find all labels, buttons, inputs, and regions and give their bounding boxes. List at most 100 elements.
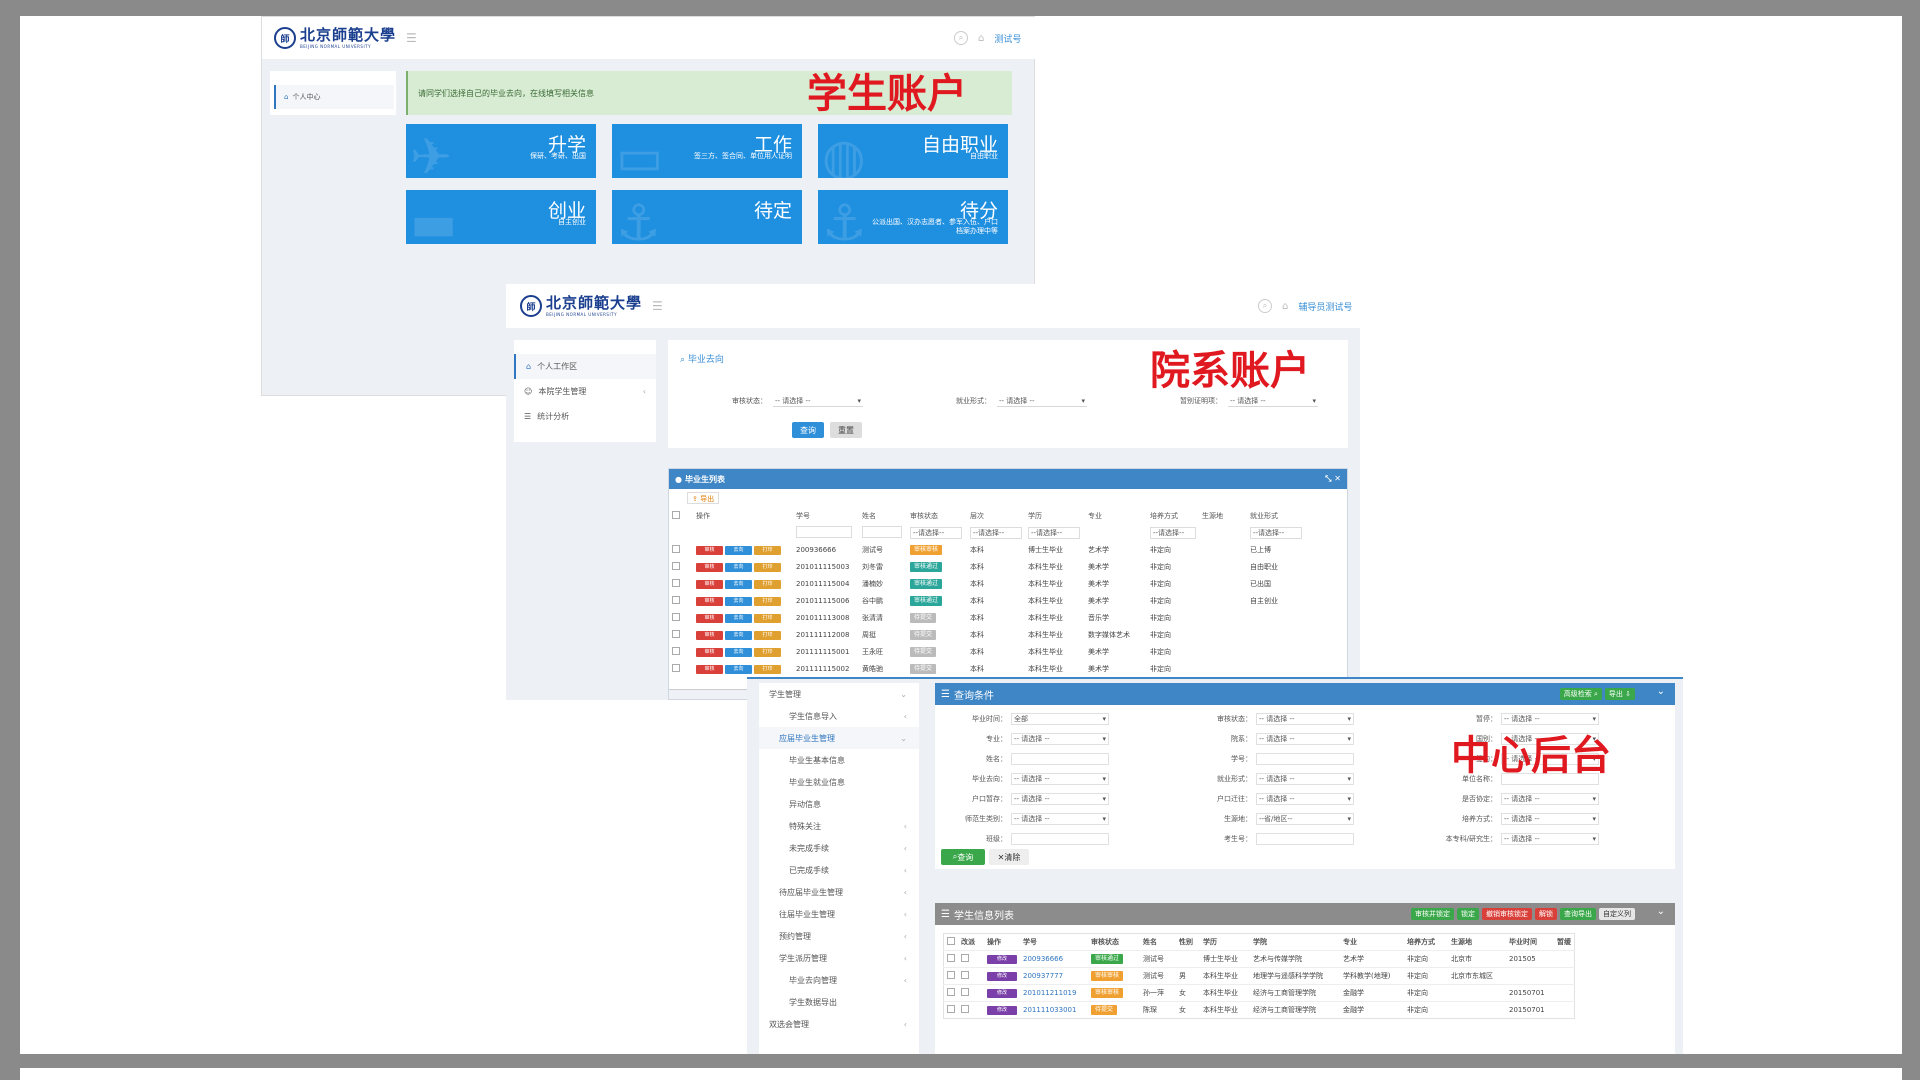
col-level[interactable]: 层次 bbox=[967, 507, 1025, 524]
level-filter-select[interactable]: --请选择-- bbox=[970, 526, 1022, 539]
table-row[interactable]: 审核 去向 打印 201011115006 谷中鹏 审核通过 本科 本科生毕业 美术学 非定向 自主… bbox=[669, 592, 1307, 609]
row-checkbox[interactable] bbox=[944, 985, 959, 1002]
sidebar-item[interactable]: 异动信息 bbox=[759, 793, 919, 815]
sidebar-item[interactable]: 学生数据导出 bbox=[759, 991, 919, 1013]
clear-button[interactable]: ✕ 清除 bbox=[989, 849, 1029, 865]
list-action-button[interactable]: 锁定 bbox=[1457, 908, 1479, 920]
chevron-down-icon[interactable]: ⌄ bbox=[1657, 906, 1665, 917]
sidebar-item[interactable]: 已完成手续 ‹ bbox=[759, 859, 919, 881]
print-button[interactable]: 打印 bbox=[754, 545, 781, 555]
reassign-checkbox[interactable] bbox=[958, 985, 984, 1002]
table-row[interactable]: 审核 去向 打印 201111112008 周挺 待提交 本科 本科生毕业 数字媒体艺术 非定向 bbox=[669, 626, 1307, 643]
field-select[interactable]: --省/地区-- ▾ bbox=[1256, 813, 1354, 825]
sidebar-item[interactable]: 特殊关注 ‹ bbox=[759, 815, 919, 837]
mode-filter-select[interactable]: --请选择-- bbox=[1150, 526, 1196, 539]
row-checkbox[interactable] bbox=[669, 575, 693, 592]
sidebar-item[interactable]: 学生派历管理 ‹ bbox=[759, 947, 919, 969]
field-select[interactable]: -- 请选择 -- ▾ bbox=[1256, 773, 1354, 785]
col-origin[interactable]: 生源地 bbox=[1199, 507, 1247, 524]
column-header[interactable]: 培养方式 bbox=[1404, 934, 1448, 951]
table-row[interactable]: 修改 200936666 审核通过 测试号 博士生毕业 艺术与传媒学院 艺术学 非定向 北京市 2… bbox=[943, 950, 1575, 968]
collapse-icon[interactable]: ⤡ ✕ bbox=[1325, 474, 1341, 484]
employment-form-select[interactable]: -- 请选择 -- ▾ bbox=[997, 395, 1087, 407]
row-checkbox[interactable] bbox=[944, 968, 959, 985]
edit-button[interactable]: 修改 bbox=[987, 1006, 1017, 1015]
audit-button[interactable]: 审核 bbox=[696, 579, 723, 589]
print-button[interactable]: 打印 bbox=[754, 630, 781, 640]
col-mode[interactable]: 培养方式 bbox=[1147, 507, 1199, 524]
list-action-button[interactable]: 撤销审核锁定 bbox=[1482, 908, 1532, 920]
chevron-down-icon[interactable]: ⌄ bbox=[1657, 686, 1665, 697]
column-header[interactable]: 性别 bbox=[1176, 934, 1200, 951]
field-select[interactable]: -- 请选择 -- ▾ bbox=[1011, 733, 1109, 745]
list-action-button[interactable]: 自定义列 bbox=[1599, 908, 1635, 920]
export-button[interactable]: 导出 ⇩ bbox=[1604, 688, 1635, 700]
tile-freelance[interactable]: ◍ 自由职业 自由职业 bbox=[818, 124, 1008, 178]
tile-pending[interactable]: ⚓ 待分 公派出国、汉办志愿者、参军入伍、户口档案办理中等 bbox=[818, 190, 1008, 244]
reset-button[interactable]: 重置 bbox=[830, 422, 862, 438]
field-select[interactable]: -- 请选择 -- ▾ bbox=[1501, 793, 1599, 805]
col-name[interactable]: 姓名 bbox=[859, 507, 907, 524]
audit-button[interactable]: 审核 bbox=[696, 545, 723, 555]
row-checkbox[interactable] bbox=[669, 626, 693, 643]
tile-entrepreneurship[interactable]: ▬ 创业 自主创业 bbox=[406, 190, 596, 244]
destination-button[interactable]: 去向 bbox=[725, 596, 752, 606]
print-button[interactable]: 打印 bbox=[754, 562, 781, 572]
search-icon[interactable]: ⌕ bbox=[1258, 299, 1272, 313]
sidebar-item[interactable]: 预约管理 ‹ bbox=[759, 925, 919, 947]
sidebar-item[interactable]: 双选会管理 ‹ bbox=[759, 1013, 919, 1035]
column-header[interactable]: 专业 bbox=[1340, 934, 1404, 951]
table-row[interactable]: 审核 去向 打印 201011115003 刘冬雷 审核通过 本科 本科生毕业 美术学 非定向 自由… bbox=[669, 558, 1307, 575]
table-row[interactable]: 修改 201011211019 审核审核 孙一萍 女 本科生毕业 经济与工商管理学院 金融学 非… bbox=[943, 984, 1575, 1002]
row-checkbox[interactable] bbox=[944, 1002, 959, 1019]
row-checkbox[interactable] bbox=[669, 541, 693, 558]
export-button[interactable]: ⇪ 导出 bbox=[687, 492, 720, 504]
row-checkbox[interactable] bbox=[669, 558, 693, 575]
row-checkbox[interactable] bbox=[944, 951, 959, 968]
form-filter-select[interactable]: --请选择-- bbox=[1250, 526, 1302, 539]
field-select[interactable]: -- 请选择 -- ▾ bbox=[1011, 793, 1109, 805]
query-button[interactable]: ⌕ 查询 bbox=[941, 849, 985, 865]
sidebar-item[interactable]: 毕业去向管理 ‹ bbox=[759, 969, 919, 991]
audit-button[interactable]: 审核 bbox=[696, 596, 723, 606]
field-input[interactable] bbox=[1256, 833, 1354, 845]
table-row[interactable]: 审核 去向 打印 201111115001 王永旺 待提交 本科 本科生毕业 美术学 非定向 bbox=[669, 643, 1307, 660]
tile-employment[interactable]: ▭ 工作 签三方、签合同、单位用人证明 bbox=[612, 124, 802, 178]
list-action-button[interactable]: 审核并锁定 bbox=[1411, 908, 1454, 920]
destination-button[interactable]: 去向 bbox=[725, 613, 752, 623]
table-row[interactable]: 修改 201111033001 待提交 陈琛 女 本科生毕业 经济与工商管理学院 金融学 非定向… bbox=[943, 1001, 1575, 1019]
audit-button[interactable]: 审核 bbox=[696, 664, 723, 674]
col-major[interactable]: 专业 bbox=[1085, 507, 1147, 524]
select-all-checkbox[interactable] bbox=[669, 507, 693, 524]
field-select[interactable]: -- 请选择 -- ▾ bbox=[1501, 813, 1599, 825]
column-header[interactable]: 改派 bbox=[958, 934, 984, 951]
col-status[interactable]: 审核状态 bbox=[907, 507, 967, 524]
destination-button[interactable]: 去向 bbox=[725, 664, 752, 674]
cell-id[interactable]: 200937777 bbox=[1020, 968, 1088, 985]
table-row[interactable]: 审核 去向 打印 201011115004 潘楠妙 审核通过 本科 本科生毕业 美术学 非定向 已出… bbox=[669, 575, 1307, 592]
reassign-checkbox[interactable] bbox=[958, 968, 984, 985]
destination-button[interactable]: 去向 bbox=[725, 647, 752, 657]
row-checkbox[interactable] bbox=[669, 660, 693, 677]
sidebar-item-student-management[interactable]: ☺ 本院学生管理 ‹ bbox=[514, 379, 656, 404]
table-row[interactable]: 审核 去向 打印 200936666 测试号 审核审核 本科 博士生毕业 艺术学 非定向 已上博 bbox=[669, 541, 1307, 558]
field-input[interactable] bbox=[1011, 753, 1109, 765]
column-header[interactable]: 操作 bbox=[984, 934, 1020, 951]
audit-status-select[interactable]: -- 请选择 -- ▾ bbox=[773, 395, 863, 407]
column-header[interactable]: 学院 bbox=[1250, 934, 1340, 951]
menu-toggle-icon[interactable]: ☰ bbox=[652, 299, 663, 313]
user-name[interactable]: 辅导员测试号 bbox=[1298, 300, 1352, 313]
sidebar-item-statistics[interactable]: ☰ 统计分析 bbox=[514, 404, 656, 429]
list-action-button[interactable]: 查询导出 bbox=[1560, 908, 1596, 920]
column-header[interactable]: 毕业时间 bbox=[1506, 934, 1554, 951]
row-checkbox[interactable] bbox=[669, 643, 693, 660]
cell-id[interactable]: 200936666 bbox=[1020, 951, 1088, 968]
sidebar-item[interactable]: 往届毕业生管理 ‹ bbox=[759, 903, 919, 925]
select-all-checkbox[interactable] bbox=[944, 934, 959, 951]
field-select[interactable]: -- 请选择 -- ▾ bbox=[1256, 793, 1354, 805]
table-row[interactable]: 修改 200937777 审核审核 测试号 男 本科生毕业 地理学与遥感科学学院 学科教学(地… bbox=[943, 967, 1575, 985]
col-edu[interactable]: 学历 bbox=[1025, 507, 1085, 524]
field-select[interactable]: -- 请选择 -- ▾ bbox=[1501, 833, 1599, 845]
sidebar-item-personal-center[interactable]: ⌂ 个人中心 bbox=[274, 85, 394, 109]
edit-button[interactable]: 修改 bbox=[987, 955, 1017, 964]
